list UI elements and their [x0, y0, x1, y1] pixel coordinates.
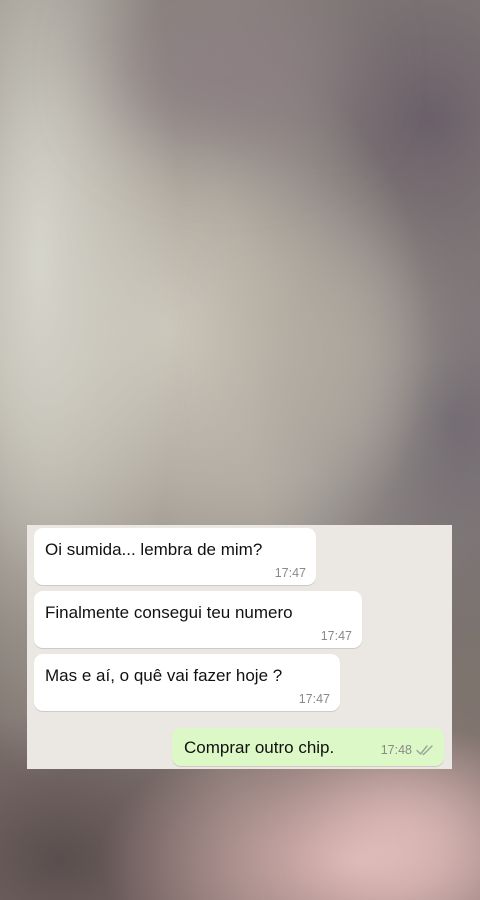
message-text: Oi sumida... lembra de mim? [45, 540, 263, 559]
message-text: Finalmente consegui teu numero [45, 603, 293, 622]
message-text: Comprar outro chip. [184, 738, 335, 757]
incoming-message-bubble[interactable]: Finalmente consegui teu numero 17:47 [34, 591, 362, 648]
background-blur-blob [260, 240, 420, 480]
message-timestamp: 17:48 [380, 743, 412, 757]
background-blur-blob [120, 0, 340, 140]
outgoing-message-bubble[interactable]: Comprar outro chip. 17:48 [172, 728, 444, 766]
incoming-message-bubble[interactable]: Oi sumida... lembra de mim? 17:47 [34, 528, 316, 585]
message-text: Mas e aí, o quê vai fazer hoje ? [45, 666, 283, 685]
chat-screenshot: Oi sumida... lembra de mim? 17:47 Finalm… [27, 525, 452, 769]
incoming-message-bubble[interactable]: Mas e aí, o quê vai fazer hoje ? 17:47 [34, 654, 340, 711]
background-blur-blob [330, 780, 480, 900]
message-timestamp: 17:47 [274, 566, 306, 580]
message-timestamp: 17:47 [320, 629, 352, 643]
double-check-icon [416, 745, 433, 756]
message-timestamp: 17:47 [298, 692, 330, 706]
